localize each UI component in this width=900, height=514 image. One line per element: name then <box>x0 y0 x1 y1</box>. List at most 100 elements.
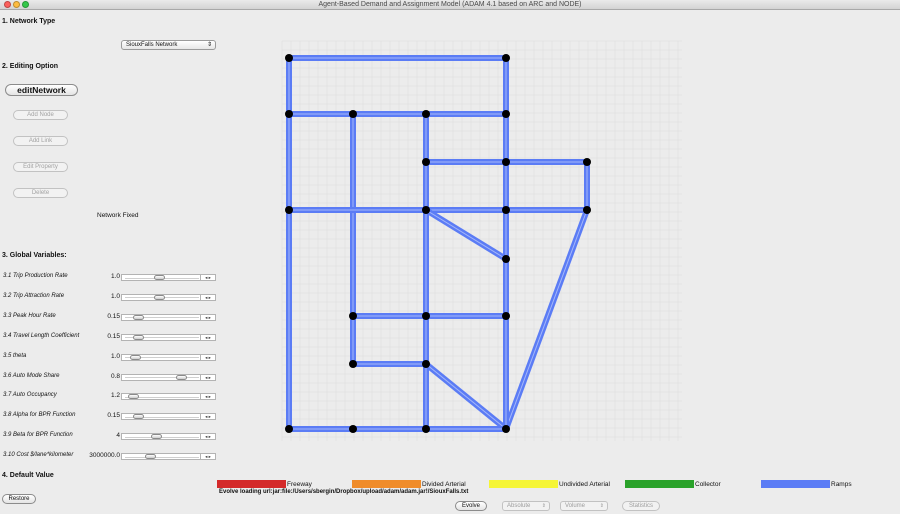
variable-value: 1.0 <box>110 292 120 300</box>
legend-swatch <box>489 480 558 488</box>
slider-step-arrows-icon[interactable]: ◂ ▸ <box>200 413 215 421</box>
variable-value: 0.8 <box>110 372 120 380</box>
variable-slider[interactable]: ◂ ▸ <box>121 293 216 301</box>
slider-knob[interactable] <box>132 414 144 420</box>
slider-knob[interactable] <box>127 394 139 400</box>
network-node[interactable] <box>349 312 357 320</box>
legend-label: Freeway <box>287 481 312 488</box>
slider-knob[interactable] <box>132 314 144 320</box>
variable-slider[interactable]: ◂ ▸ <box>121 453 216 461</box>
network-node[interactable] <box>502 158 510 166</box>
variable-slider[interactable]: ◂ ▸ <box>121 333 216 341</box>
delete-button[interactable]: Delete <box>13 188 68 198</box>
slider-knob[interactable] <box>151 434 162 440</box>
restore-button[interactable]: Restore <box>2 494 36 504</box>
network-node[interactable] <box>285 425 293 433</box>
slider-step-arrows-icon[interactable]: ◂ ▸ <box>200 293 215 301</box>
variable-slider[interactable]: ◂ ▸ <box>121 313 216 321</box>
network-node[interactable] <box>583 158 591 166</box>
variable-value: 1.0 <box>110 273 120 280</box>
section-global-variables: 3. Global Variables: <box>2 252 67 259</box>
absolute-select[interactable]: Absolute ⇕ <box>502 501 550 511</box>
legend-swatch <box>217 480 286 488</box>
statistics-button[interactable]: Statistics <box>622 501 660 511</box>
variable-slider[interactable]: ◂ ▸ <box>121 433 216 441</box>
add-link-button[interactable]: Add Link <box>13 136 68 146</box>
slider-step-arrows-icon[interactable]: ◂ ▸ <box>200 274 215 281</box>
edit-network-button[interactable]: editNetwork <box>5 84 78 96</box>
legend-label: Ramps <box>831 481 852 488</box>
network-links <box>286 55 590 432</box>
evolve-button[interactable]: Evolve <box>455 501 487 511</box>
edit-property-button[interactable]: Edit Property <box>13 162 68 172</box>
network-node[interactable] <box>285 54 293 62</box>
variable-value: 0.15 <box>107 412 120 420</box>
network-link-highlight <box>425 209 507 260</box>
slider-knob[interactable] <box>154 275 166 280</box>
legend-label: Divided Arterial <box>422 481 466 488</box>
variable-value: 0.15 <box>107 312 120 320</box>
variable-value: 3000000.0 <box>89 452 120 460</box>
volume-select[interactable]: Volume ⇕ <box>560 501 608 511</box>
legend-swatch <box>625 480 694 488</box>
variable-value: 1.0 <box>110 352 120 360</box>
variable-slider[interactable]: ◂ ▸ <box>121 393 216 401</box>
network-node[interactable] <box>422 206 430 214</box>
network-select-value: SiouxFalls Network <box>126 42 178 48</box>
slider-track <box>125 436 199 438</box>
network-node[interactable] <box>583 206 591 214</box>
network-node[interactable] <box>422 158 430 166</box>
network-node[interactable] <box>349 425 357 433</box>
title-bar: Agent-Based Demand and Assignment Model … <box>0 0 900 10</box>
network-node[interactable] <box>502 54 510 62</box>
network-node[interactable] <box>502 110 510 118</box>
network-node[interactable] <box>349 110 357 118</box>
network-node[interactable] <box>422 110 430 118</box>
legend-label: Collector <box>695 481 721 488</box>
variable-slider[interactable]: ◂ ▸ <box>121 353 216 361</box>
slider-track <box>125 377 199 378</box>
loading-status: Evolve loading url:jar:file:/Users/sberg… <box>219 489 469 495</box>
slider-step-arrows-icon[interactable]: ◂ ▸ <box>200 433 215 441</box>
section-network-type: 1. Network Type <box>2 18 56 25</box>
slider-knob[interactable] <box>130 354 142 360</box>
slider-track <box>125 456 199 458</box>
network-select[interactable]: SiouxFalls Network ⇕ <box>121 40 216 50</box>
slider-knob[interactable] <box>144 454 156 460</box>
select-arrows-icon: ⇕ <box>541 503 546 509</box>
variable-slider[interactable]: ◂ ▸ <box>121 274 216 281</box>
section-default-value: 4. Default Value <box>2 472 54 479</box>
slider-knob[interactable] <box>132 334 144 340</box>
slider-step-arrows-icon[interactable]: ◂ ▸ <box>200 453 215 461</box>
slider-step-arrows-icon[interactable]: ◂ ▸ <box>200 313 215 321</box>
network-canvas[interactable] <box>222 11 900 475</box>
network-node[interactable] <box>422 360 430 368</box>
legend-label: Undivided Arterial <box>559 481 610 488</box>
slider-step-arrows-icon[interactable]: ◂ ▸ <box>200 333 215 341</box>
network-map[interactable] <box>222 11 900 475</box>
slider-knob[interactable] <box>154 294 166 300</box>
slider-knob[interactable] <box>175 374 187 380</box>
slider-step-arrows-icon[interactable]: ◂ ▸ <box>200 373 215 381</box>
network-node[interactable] <box>285 206 293 214</box>
network-node[interactable] <box>502 425 510 433</box>
network-node[interactable] <box>349 360 357 368</box>
variable-value: 1.2 <box>110 392 120 400</box>
add-node-button[interactable]: Add Node <box>13 110 68 120</box>
absolute-select-value: Absolute <box>507 503 531 509</box>
network-node[interactable] <box>502 206 510 214</box>
legend-swatch <box>352 480 421 488</box>
slider-step-arrows-icon[interactable]: ◂ ▸ <box>200 393 215 401</box>
network-node[interactable] <box>502 312 510 320</box>
network-node[interactable] <box>422 312 430 320</box>
variable-slider[interactable]: ◂ ▸ <box>121 413 216 421</box>
variable-value: 4 <box>116 432 120 440</box>
variable-value: 0.15 <box>107 332 120 340</box>
slider-step-arrows-icon[interactable]: ◂ ▸ <box>200 353 215 361</box>
section-editing-option: 2. Editing Option <box>2 63 58 70</box>
network-node[interactable] <box>422 425 430 433</box>
network-node[interactable] <box>502 255 510 263</box>
variable-slider[interactable]: ◂ ▸ <box>121 373 216 381</box>
network-node[interactable] <box>285 110 293 118</box>
select-arrows-icon: ⇕ <box>599 503 604 509</box>
